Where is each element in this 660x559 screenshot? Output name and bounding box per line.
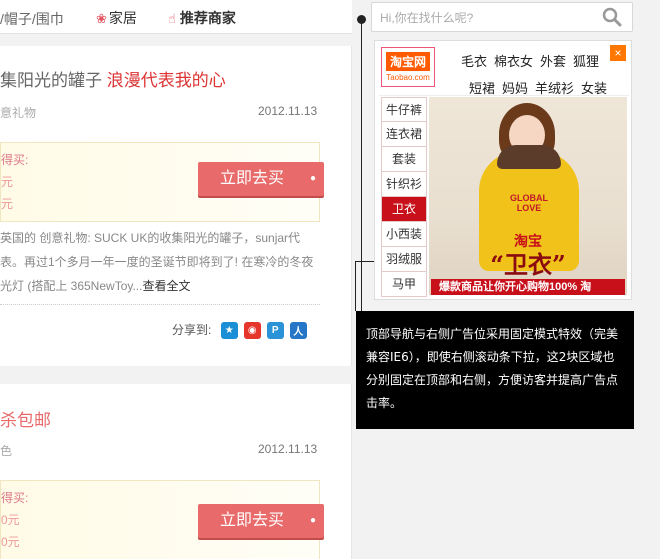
ad-category-item[interactable]: 牛仔裤 bbox=[381, 97, 427, 122]
taobao-logo-cn: 淘宝网 bbox=[386, 52, 430, 71]
bullet-icon: ● bbox=[309, 515, 316, 526]
search-icon[interactable] bbox=[602, 7, 622, 27]
buy-now-button[interactable]: 立即去买 ● bbox=[198, 162, 324, 196]
explanation-tooltip: 顶部导航与右侧广告位采用固定模式特效（完美兼容IE6），即使右侧滚动条下拉，这2… bbox=[356, 311, 634, 429]
post-tag: 色 bbox=[0, 444, 13, 458]
price-line-1: 0元 bbox=[1, 513, 20, 527]
share-label: 分享到: bbox=[172, 323, 212, 337]
annotation-dot bbox=[357, 15, 366, 24]
post-title-prefix: 集阳光的罐子 bbox=[0, 71, 102, 90]
ad-category-item[interactable]: 羽绒服 bbox=[381, 247, 427, 272]
ad-category-item[interactable]: 套装 bbox=[381, 147, 427, 172]
ad-tag-link[interactable]: 狐狸 bbox=[573, 51, 599, 70]
renren-share-icon[interactable]: 人 bbox=[289, 322, 307, 340]
qzone-share-icon[interactable]: ★ bbox=[220, 322, 238, 340]
nav-category-hats[interactable]: /帽子/围巾 bbox=[0, 9, 64, 29]
hand-icon: ☝ bbox=[168, 11, 176, 26]
ad-tag-link[interactable]: 毛衣 bbox=[461, 51, 487, 70]
home-icon: ❀ bbox=[96, 11, 107, 26]
model-hood bbox=[497, 145, 561, 169]
post-title[interactable]: 集阳光的罐子 浪漫代表我的心 bbox=[0, 66, 226, 91]
price-line-2: 元 bbox=[1, 197, 14, 211]
post-card: 集阳光的罐子 浪漫代表我的心 意礼物 2012.11.13 得买: 元 元 立即… bbox=[0, 46, 352, 366]
post-card: 杀包邮 色 2012.11.13 得买: 0元 0元 立即去买 ● bbox=[0, 384, 352, 559]
bullet-icon: ● bbox=[309, 173, 316, 184]
price-label: 得买: bbox=[1, 491, 29, 505]
nav-recommend-label: 推荐商家 bbox=[179, 10, 236, 26]
taobao-logo[interactable]: 淘宝网 Taobao.com bbox=[381, 47, 435, 87]
post-title-highlight: 浪漫代表我的心 bbox=[106, 71, 226, 90]
post-title[interactable]: 杀包邮 bbox=[0, 406, 51, 431]
ad-tag-link[interactable]: 外套 bbox=[540, 51, 566, 70]
divider bbox=[0, 304, 320, 305]
post-date: 2012.11.13 bbox=[258, 104, 318, 118]
hoodie-print: GLOBAL LOVE bbox=[510, 193, 548, 213]
ad-category-item[interactable]: 马甲 bbox=[381, 272, 427, 297]
weibo-share-icon[interactable]: ◉ bbox=[243, 322, 261, 340]
ad-headline: “卫衣” bbox=[490, 250, 566, 279]
ad-category-item[interactable]: 小西装 bbox=[381, 222, 427, 247]
ad-category-list: 牛仔裤 连衣裙 套装 针织衫 卫衣 小西装 羽绒服 马甲 bbox=[381, 97, 427, 297]
annotation-line bbox=[355, 261, 356, 311]
post-date: 2012.11.13 bbox=[258, 442, 318, 456]
annotation-line bbox=[361, 19, 362, 311]
post-description: 英国的 创意礼物: SUCK UK的收集阳光的罐子，sunjar代表。再过1个多… bbox=[0, 226, 320, 298]
nav-home-label: 家居 bbox=[108, 10, 137, 26]
nav-item-recommend[interactable]: ☝ 推荐商家 bbox=[168, 8, 236, 28]
price-line-2: 0元 bbox=[1, 535, 20, 549]
taobao-ad[interactable]: 淘宝网 Taobao.com × 毛衣 棉衣女 外套 狐狸 短裙 妈妈 羊绒衫 女装 牛仔裤… bbox=[374, 40, 632, 300]
taobao-logo-en: Taobao.com bbox=[386, 73, 430, 82]
post-list: 集阳光的罐子 浪漫代表我的心 意礼物 2012.11.13 得买: 元 元 立即… bbox=[0, 34, 352, 559]
read-more-link[interactable]: 查看全文 bbox=[142, 279, 190, 293]
share-bar: 分享到: ★ ◉ P 人 bbox=[172, 321, 307, 340]
post-tag: 意礼物 bbox=[0, 106, 37, 120]
ad-category-item[interactable]: 连衣裙 bbox=[381, 122, 427, 147]
buy-now-label: 立即去买 bbox=[220, 170, 285, 187]
tencent-weibo-share-icon[interactable]: P bbox=[266, 322, 284, 340]
search-box bbox=[371, 2, 633, 32]
ad-slogan: 爆款商品让你开心购物100% 淘 bbox=[431, 279, 625, 295]
divider bbox=[379, 95, 629, 96]
nav-item-home[interactable]: ❀ 家居 bbox=[96, 8, 137, 28]
ad-category-item-active[interactable]: 卫衣 bbox=[381, 197, 427, 222]
top-nav: /帽子/围巾 ❀ 家居 ☝ 推荐商家 bbox=[0, 0, 352, 34]
search-input[interactable] bbox=[380, 9, 600, 27]
ad-tag-link[interactable]: 棉衣女 bbox=[494, 51, 533, 70]
ad-category-item[interactable]: 针织衫 bbox=[381, 172, 427, 197]
price-line-1: 元 bbox=[1, 175, 14, 189]
buy-now-label: 立即去买 bbox=[220, 512, 285, 529]
buy-now-button[interactable]: 立即去买 ● bbox=[198, 504, 324, 538]
price-label: 得买: bbox=[1, 153, 29, 167]
ad-product-image[interactable]: GLOBAL LOVE 淘宝 “卫衣” 爆款商品让你开心购物100% 淘 bbox=[429, 97, 627, 295]
